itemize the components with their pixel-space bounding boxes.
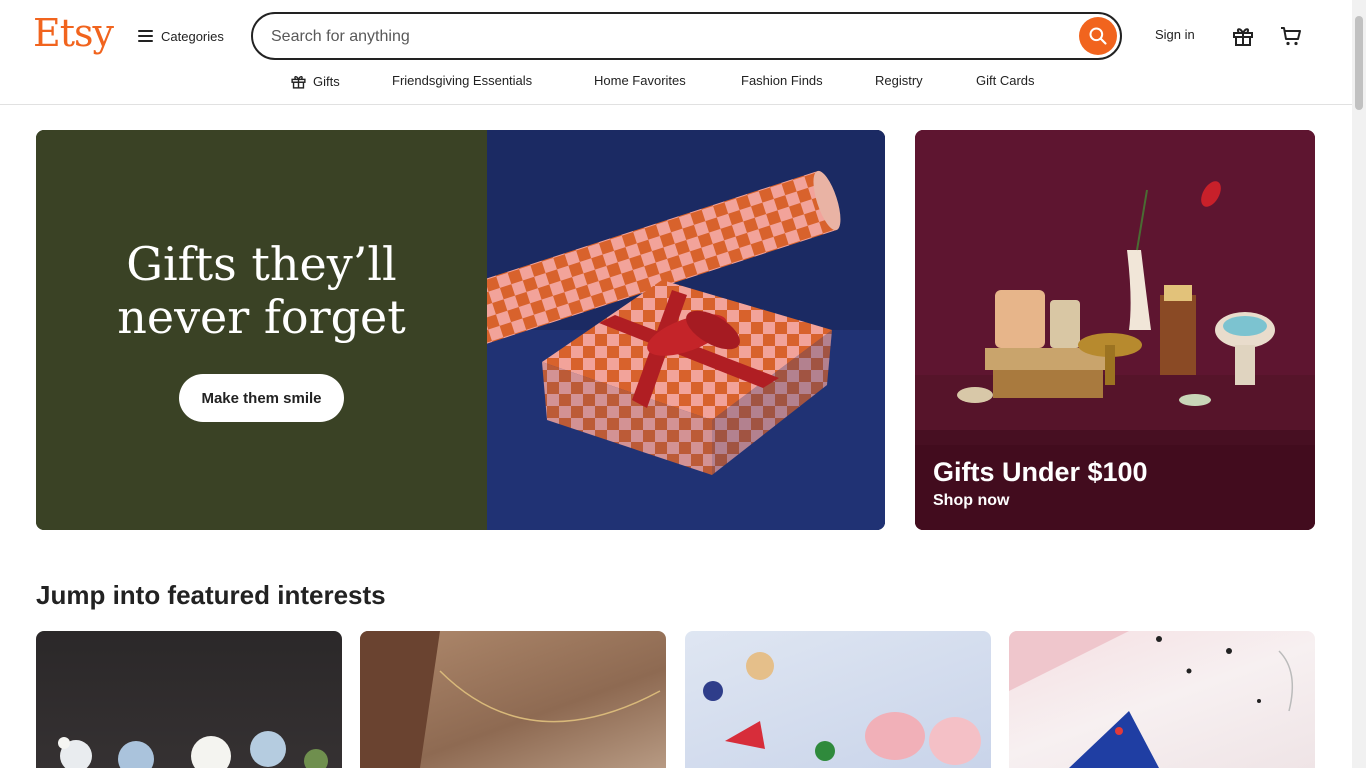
hero-title-line1: Gifts they’ll <box>126 237 397 291</box>
categories-button[interactable]: Categories <box>138 24 224 48</box>
scrollbar-thumb[interactable] <box>1355 16 1363 110</box>
cart-button[interactable] <box>1277 22 1305 50</box>
interest-card-flowers[interactable] <box>36 631 342 768</box>
nav-item-gifts[interactable]: Gifts <box>290 73 340 90</box>
category-nav: Gifts Friendsgiving Essentials Home Favo… <box>0 70 1352 94</box>
side-banner-title: Gifts Under $100 <box>933 457 1148 487</box>
search-button[interactable] <box>1079 17 1117 55</box>
necklace-image <box>360 631 661 768</box>
cart-icon <box>1281 27 1301 46</box>
hero-title: Gifts they’ll never forget <box>36 238 487 344</box>
nav-item-registry[interactable]: Registry <box>875 73 923 88</box>
nav-item-label: Gifts <box>313 74 340 89</box>
earrings-image <box>1009 631 1294 768</box>
nav-item-label: Fashion Finds <box>741 73 823 88</box>
hero-image-wrapped-gifts <box>465 130 885 530</box>
featured-interests-title: Jump into featured interests <box>36 580 386 610</box>
nav-item-label: Home Favorites <box>594 73 686 88</box>
gift-mode-button[interactable] <box>1229 22 1257 50</box>
page-scrollbar[interactable] <box>1352 0 1366 768</box>
side-banner-shop-now-link[interactable]: Shop now <box>933 492 1009 510</box>
nav-item-label: Friendsgiving Essentials <box>392 73 533 88</box>
search-icon <box>1089 27 1107 45</box>
nav-item-label: Gift Cards <box>976 73 1035 88</box>
nav-item-gift-cards[interactable]: Gift Cards <box>976 73 1035 88</box>
search-input[interactable] <box>271 24 1051 50</box>
nav-item-fashion-finds[interactable]: Fashion Finds <box>741 73 823 88</box>
interest-card-necklace[interactable] <box>360 631 666 768</box>
interest-card-nail-art[interactable] <box>685 631 991 768</box>
nav-item-home-favorites[interactable]: Home Favorites <box>594 73 686 88</box>
hero-title-line2: never forget <box>117 290 406 344</box>
flowers-image <box>58 731 328 768</box>
menu-icon <box>138 30 153 42</box>
hero-cta-button[interactable]: Make them smile <box>179 374 344 422</box>
hero-text-panel: Gifts they’ll never forget Make them smi… <box>36 130 487 530</box>
gift-icon <box>291 76 306 89</box>
sign-in-link[interactable]: Sign in <box>1155 27 1195 42</box>
site-header: Etsy Categories Sign in <box>0 0 1352 105</box>
etsy-logo[interactable]: Etsy <box>33 11 114 55</box>
nav-item-label: Registry <box>875 73 923 88</box>
gifts-under-100-banner[interactable]: Gifts Under $100 Shop now <box>915 130 1315 530</box>
interest-card-earrings[interactable] <box>1009 631 1315 768</box>
categories-label: Categories <box>161 28 224 44</box>
nav-item-friendsgiving[interactable]: Friendsgiving Essentials <box>392 73 532 88</box>
wrapped-gift-illustration <box>465 130 885 530</box>
search-bar <box>251 12 1122 60</box>
hero-banner[interactable]: Gifts they’ll never forget Make them smi… <box>36 130 885 530</box>
gift-icon <box>1233 28 1253 46</box>
nail-art-image <box>703 652 981 765</box>
